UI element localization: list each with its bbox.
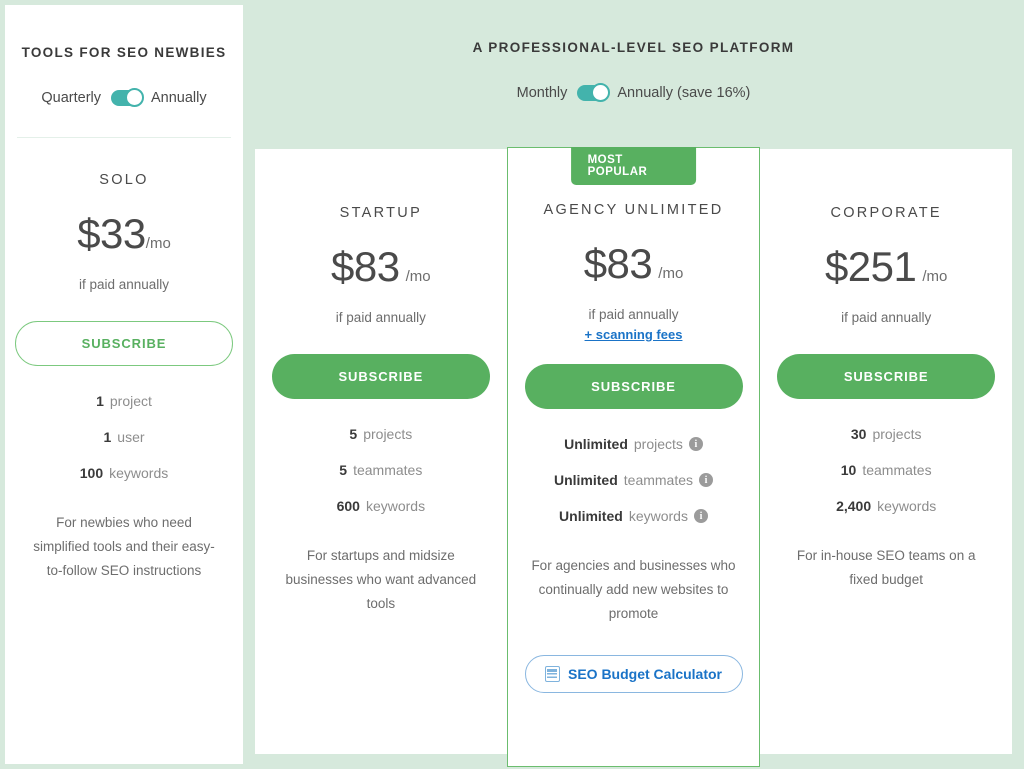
toggle-left-label: Quarterly [41,90,101,106]
feature-label: keywords [365,498,426,514]
plan-description: For newbies who need simplified tools an… [33,515,215,578]
feature-row: 30 projects [851,426,922,442]
plan-name: CORPORATE [830,205,942,221]
switch-knob [125,88,144,107]
feature-row: 600 keywords [337,498,426,514]
feature-value: 30 [850,426,867,442]
feature-label: keywords [877,498,937,514]
feature-row: 1 project [96,393,152,409]
feature-label: teammates [862,462,932,478]
toggle-right-label: Annually [151,90,207,106]
feature-label: projects [872,426,922,442]
billing-toggle-right[interactable]: Monthly Annually (save 16%) [516,83,751,102]
feature-row: 5 projects [349,426,412,442]
plan-paid-note: if paid annually [841,310,932,325]
professional-panel: A PROFESSIONAL-LEVEL SEO PLATFORM Monthl… [243,0,1024,769]
plan-description: For startups and midsize businesses who … [285,548,477,611]
feature-label: project [109,393,152,409]
feature-value: 1 [96,393,104,409]
plan-description: For agencies and businesses who continua… [531,558,736,621]
plan-name: SOLO [99,172,149,188]
plan-price-period: /mo [145,235,171,252]
plan-name: STARTUP [339,205,423,221]
info-icon[interactable]: i [688,437,703,451]
feature-value: 2,400 [836,498,872,514]
right-panel-heading: A PROFESSIONAL-LEVEL SEO PLATFORM [472,40,795,55]
plan-price-row: $83 /mo [331,243,431,291]
toggle-right-label: Annually (save 16%) [617,85,751,101]
plan-price: $33 [77,210,146,257]
feature-value: 100 [79,465,104,481]
feature-value: Unlimited [559,508,623,524]
feature-value: 1 [103,429,112,445]
info-icon[interactable]: i [699,473,714,487]
subscribe-button-solo[interactable]: SUBSCRIBE [15,321,233,366]
plan-card-solo: SOLO $33 /mo if paid annually SUBSCRIBE … [15,138,233,764]
subscribe-button-corporate[interactable]: SUBSCRIBE [777,354,996,399]
plan-price-row: $33 /mo [77,210,171,258]
subscribe-button-agency[interactable]: SUBSCRIBE [524,364,743,409]
plan-paid-note: if paid annually [335,310,426,325]
plan-card-agency-unlimited: MOST POPULAR AGENCY UNLIMITED $83 /mo if… [506,147,761,767]
billing-toggle-left[interactable]: Quarterly Annually [41,88,207,107]
feature-label: projects [363,426,413,442]
feature-value: Unlimited [553,472,618,488]
calculator-label: SEO Budget Calculator [567,666,723,682]
feature-value: Unlimited [564,436,628,452]
calculator-icon [544,666,560,682]
feature-value: 5 [349,426,358,442]
plan-price-row: $251 /mo [825,243,947,291]
feature-label: projects [633,436,683,452]
plan-features: Unlimited projects i Unlimited teammates… [553,436,714,524]
feature-row: Unlimited teammates i [553,472,714,488]
feature-value: 600 [336,498,360,514]
plan-features: 30 projects 10 teammates 2,400 keywords [836,426,936,514]
feature-value: 5 [339,462,348,478]
billing-switch-left[interactable] [111,88,144,107]
plan-price: $83 [331,243,400,290]
feature-row: Unlimited keywords i [559,508,708,524]
feature-row: Unlimited projects i [564,436,703,452]
subscribe-button-startup[interactable]: SUBSCRIBE [271,354,490,399]
plan-price-period: /mo [405,268,431,285]
plan-card-startup: STARTUP $83 /mo if paid annually SUBSCRI… [255,149,507,754]
feature-row: 5 teammates [339,462,422,478]
scanning-fees-link[interactable]: + scanning fees [585,327,683,342]
plan-paid-note: if paid annually [78,277,170,292]
feature-label: user [117,429,145,445]
plan-price-row: $83 /mo [584,240,684,288]
plan-features: 1 project 1 user 100 keywords [80,393,169,481]
feature-label: teammates [623,472,694,488]
feature-label: keywords [628,508,688,524]
newbies-panel: TOOLS FOR SEO NEWBIES Quarterly Annually… [0,0,243,769]
seo-budget-calculator-button[interactable]: SEO Budget Calculator [524,655,743,693]
left-panel-heading: TOOLS FOR SEO NEWBIES [21,45,227,60]
plan-card-corporate: CORPORATE $251 /mo if paid annually SUBS… [760,149,1013,754]
feature-label: keywords [109,465,169,481]
feature-row: 10 teammates [841,462,932,478]
plan-price: $251 [824,243,917,290]
switch-knob [591,83,611,102]
plan-features: 5 projects 5 teammates 600 keywords [337,426,426,514]
feature-value: 10 [840,462,857,478]
plan-name: AGENCY UNLIMITED [543,202,724,218]
plan-description: For in-house SEO teams on a fixed budget [796,548,976,587]
feature-label: teammates [353,462,423,478]
plan-price: $83 [583,240,653,287]
pricing-page: TOOLS FOR SEO NEWBIES Quarterly Annually… [0,0,1024,769]
feature-row: 2,400 keywords [836,498,936,514]
feature-row: 100 keywords [80,465,169,481]
info-icon[interactable]: i [693,509,708,523]
toggle-left-label: Monthly [516,85,568,101]
plan-cards-container: STARTUP $83 /mo if paid annually SUBSCRI… [255,147,1013,767]
most-popular-badge: MOST POPULAR [570,147,697,185]
plan-paid-note: if paid annually [588,307,679,322]
billing-switch-right[interactable] [577,83,611,102]
plan-price-period: /mo [658,265,684,282]
plan-price-period: /mo [922,268,948,285]
feature-row: 1 user [103,429,144,445]
